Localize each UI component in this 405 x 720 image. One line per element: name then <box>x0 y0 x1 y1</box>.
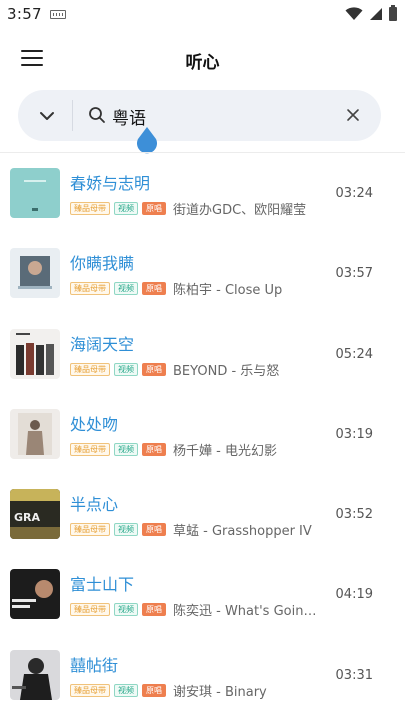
song-meta: 臻品母带 视频 原唱 街道办GDC、欧阳耀莹 <box>70 199 306 218</box>
song-meta: 臻品母带 视频 原唱 陈柏宇 - Close Up <box>70 279 282 298</box>
hq-badge: 臻品母带 <box>70 523 110 537</box>
song-meta: 臻品母带 视频 原唱 草蜢 - Grasshopper IV <box>70 520 312 539</box>
video-badge: 视频 <box>114 523 138 537</box>
original-badge: 原唱 <box>142 202 166 215</box>
song-title: 春娇与志明 <box>70 174 151 193</box>
status-time: 3:57 <box>7 5 42 23</box>
hq-badge: 臻品母带 <box>70 683 110 697</box>
status-right <box>345 5 397 21</box>
hq-badge: 臻品母带 <box>70 603 110 617</box>
album-cover <box>10 168 60 218</box>
song-duration: 03:31 <box>335 667 373 683</box>
song-artist: 谢安琪 - Binary <box>173 684 267 700</box>
song-row[interactable]: 囍帖街 臻品母带 视频 原唱 谢安琪 - Binary 03:31 <box>0 635 405 715</box>
song-artist: 陈奕迅 - What's Going... <box>173 604 321 620</box>
original-badge: 原唱 <box>142 442 166 456</box>
song-artist: 街道办GDC、欧阳耀莹 <box>173 203 307 218</box>
search-icon <box>89 107 105 123</box>
video-badge: 视频 <box>114 683 138 697</box>
song-meta: 臻品母带 视频 原唱 BEYOND - 乐与怒 <box>70 360 279 379</box>
battery-icon <box>389 5 397 21</box>
page-title: 听心 <box>185 53 220 73</box>
song-duration: 03:57 <box>335 266 373 282</box>
close-icon[interactable] <box>342 104 364 126</box>
signal-icon <box>370 8 382 20</box>
song-title: 海阔天空 <box>70 334 135 354</box>
text-cursor-handle[interactable] <box>136 127 158 155</box>
song-artist: BEYOND - 乐与怒 <box>173 363 280 379</box>
song-artist: 陈柏宇 - Close Up <box>173 283 283 299</box>
song-row[interactable]: GRA 半点心 臻品母带 视频 原唱 草蜢 - Grasshopper IV 0… <box>0 474 405 554</box>
song-row[interactable]: 富士山下 臻品母带 视频 原唱 陈奕迅 - What's Going... 04… <box>0 554 405 634</box>
song-duration: 04:19 <box>335 587 373 603</box>
song-artist: 杨千嬅 - 电光幻影 <box>173 443 277 459</box>
original-badge: 原唱 <box>142 683 166 697</box>
song-title: 富士山下 <box>70 575 135 595</box>
song-row[interactable]: 你瞒我瞒 臻品母带 视频 原唱 陈柏宇 - Close Up 03:57 <box>0 233 405 313</box>
song-title: 囍帖街 <box>70 655 119 675</box>
video-badge: 视频 <box>114 202 138 215</box>
status-bar: 3:57 <box>0 0 405 28</box>
keyboard-icon <box>49 9 66 19</box>
original-badge: 原唱 <box>142 362 166 376</box>
status-left: 3:57 <box>7 5 66 23</box>
song-duration: 05:24 <box>335 346 373 362</box>
hq-badge: 臻品母带 <box>70 202 110 215</box>
svg-text:GRA: GRA <box>14 511 40 524</box>
song-duration: 03:19 <box>335 426 373 442</box>
song-title: 半点心 <box>70 495 119 515</box>
video-badge: 视频 <box>114 603 138 617</box>
album-cover <box>10 328 60 379</box>
hq-badge: 臻品母带 <box>70 282 110 296</box>
song-list: 春娇与志明 臻品母带 视频 原唱 街道办GDC、欧阳耀莹 03:24 你瞒我瞒 … <box>0 153 405 715</box>
song-meta: 臻品母带 视频 原唱 陈奕迅 - What's Going... <box>70 600 321 619</box>
song-artist: 草蜢 - Grasshopper IV <box>173 524 312 540</box>
hq-badge: 臻品母带 <box>70 442 110 456</box>
song-row[interactable]: 处处吻 臻品母带 视频 原唱 杨千嬅 - 电光幻影 03:19 <box>0 394 405 474</box>
song-meta: 臻品母带 视频 原唱 杨千嬅 - 电光幻影 <box>70 440 277 459</box>
original-badge: 原唱 <box>142 282 166 296</box>
app-bar: 听心 <box>0 28 405 88</box>
video-badge: 视频 <box>114 442 138 456</box>
album-cover <box>10 649 60 700</box>
wifi-icon <box>345 7 363 20</box>
video-badge: 视频 <box>114 282 138 296</box>
video-badge: 视频 <box>114 362 138 376</box>
song-row[interactable]: 春娇与志明 臻品母带 视频 原唱 街道办GDC、欧阳耀莹 03:24 <box>0 153 405 233</box>
hq-badge: 臻品母带 <box>70 362 110 376</box>
album-cover <box>10 248 60 299</box>
album-cover: GRA <box>10 489 60 540</box>
song-title: 处处吻 <box>70 414 119 434</box>
chevron-down-icon[interactable] <box>32 102 62 130</box>
song-row[interactable]: 海阔天空 臻品母带 视频 原唱 BEYOND - 乐与怒 05:24 <box>0 314 405 394</box>
album-cover <box>10 569 60 620</box>
original-badge: 原唱 <box>142 603 166 617</box>
search-bar <box>18 90 381 141</box>
original-badge: 原唱 <box>142 523 166 537</box>
song-duration: 03:24 <box>335 186 373 201</box>
song-duration: 03:52 <box>335 507 373 523</box>
song-meta: 臻品母带 视频 原唱 谢安琪 - Binary <box>70 681 267 700</box>
song-title: 你瞒我瞒 <box>70 254 135 274</box>
album-cover <box>10 408 60 459</box>
search-divider <box>72 100 73 131</box>
